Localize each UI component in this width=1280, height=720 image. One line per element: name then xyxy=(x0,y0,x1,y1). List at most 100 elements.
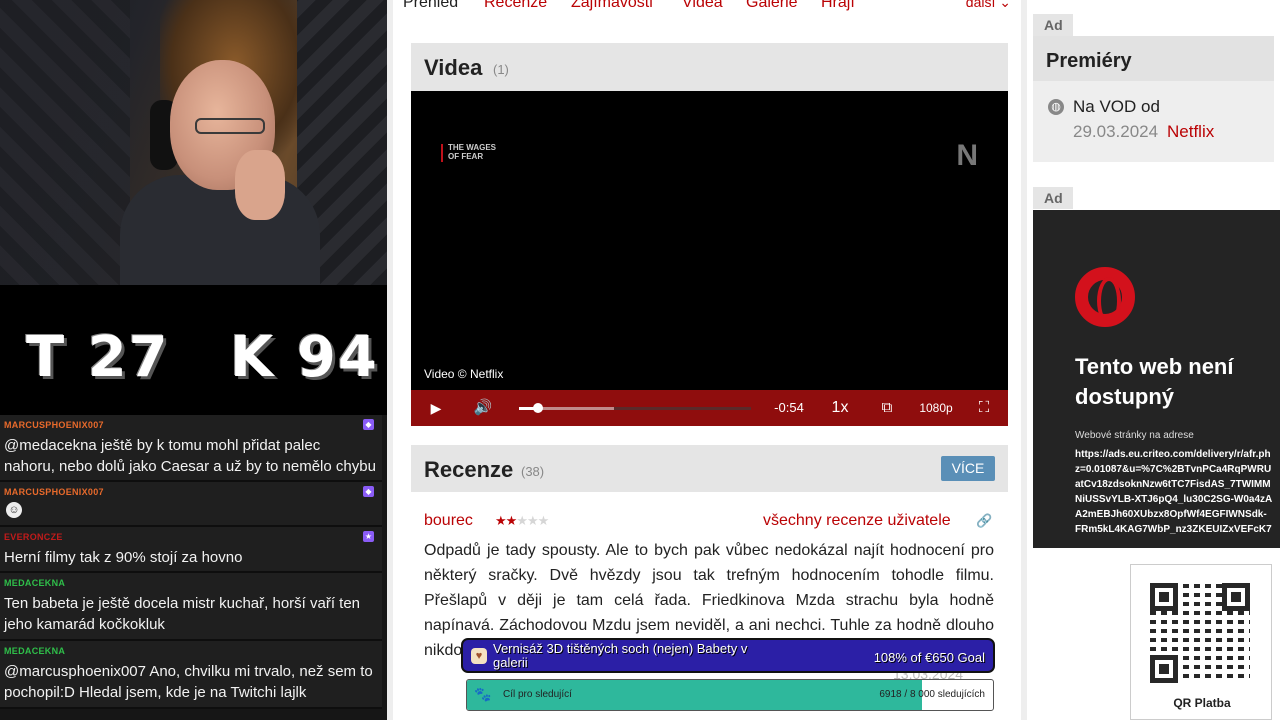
tab-hraji[interactable]: Hrají xyxy=(821,0,855,12)
donation-goal-widget: ♥ Vernisáž 3D tištěných soch (nejen) Bab… xyxy=(461,638,995,673)
chat-username: MARCUSPHOENIX007 xyxy=(4,487,104,497)
pip-icon[interactable]: ⧉ xyxy=(874,390,900,426)
qr-code xyxy=(1150,583,1250,683)
premieres-title: Premiéry xyxy=(1046,50,1132,72)
tab-zajimavosti[interactable]: Zajímavosti xyxy=(571,0,653,12)
advertisement-frame[interactable]: Tento web není dostupný Webové stránky n… xyxy=(1033,210,1280,548)
goal-icon: ♥ xyxy=(471,648,487,664)
vod-label: Na VOD od xyxy=(1073,97,1160,116)
chat-text: @medacekna ještě by k tomu mohl přidat p… xyxy=(4,437,321,454)
star-badge-icon: ★ xyxy=(363,531,374,542)
tab-videa[interactable]: Videa xyxy=(682,0,723,12)
chat-username: MEDACEKNA xyxy=(4,578,66,588)
chat-text: @marcusphoenix007 Ano, chvilku mi trvalo… xyxy=(4,663,373,680)
chevron-down-icon: ⌄ xyxy=(999,0,1011,10)
screen: T 27 K 94 MARCUSPHOENIX007 ◆ @medacekna … xyxy=(0,0,1280,720)
chat-message: MARCUSPHOENIX007 ◆ @medacekna ještě by k… xyxy=(0,415,382,482)
ad-error-url: https://ads.eu.criteo.com/delivery/r/afr… xyxy=(1075,447,1280,537)
star-empty-icon: ★ xyxy=(516,513,528,528)
stream-overlay: T 27 K 94 MARCUSPHOENIX007 ◆ @medacekna … xyxy=(0,0,387,720)
qr-payment-box: QR Platba xyxy=(1130,564,1272,720)
qr-finder xyxy=(1150,655,1178,683)
paw-icon: 🐾 xyxy=(474,686,492,702)
link-icon[interactable]: 🔗 xyxy=(976,513,992,529)
qr-finder xyxy=(1150,583,1178,611)
watermark-line1: THE WAGES xyxy=(448,143,497,152)
reviews-count: (38) xyxy=(521,464,545,479)
tab-galerie[interactable]: Galerie xyxy=(746,0,798,12)
star-filled-icon: ★ xyxy=(505,513,518,528)
sidebar: Ad Premiéry ◍ Na VOD od 29.03.2024 Netfl… xyxy=(1027,0,1280,720)
review-author[interactable]: bourec xyxy=(424,512,473,530)
vod-service-link[interactable]: Netflix xyxy=(1167,122,1214,142)
play-icon[interactable]: ▶ xyxy=(425,390,447,426)
netflix-logo: N xyxy=(956,139,978,172)
vod-date: 29.03.2024 xyxy=(1073,122,1159,141)
speed-button[interactable]: 1x xyxy=(825,390,855,426)
tab-more[interactable]: další ⌄ xyxy=(966,0,1011,11)
time-remaining: -0:54 xyxy=(774,400,804,415)
ad-url-line: https://ads.eu.criteo.com/delivery/r/afr… xyxy=(1075,449,1271,460)
quality-button[interactable]: 1080p xyxy=(914,390,958,426)
chat-panel: MARCUSPHOENIX007 ◆ @medacekna ještě by k… xyxy=(0,415,387,720)
chat-message: EVERONCZE ★ Herní filmy tak z 90% stojí … xyxy=(0,527,382,573)
ad-url-line: FRm5kL4KAG7WbP_nz3ZKEUIZxVEFcK7 xyxy=(1075,524,1272,535)
ad-label: Ad xyxy=(1033,14,1073,36)
film-tabs: Přehled Recenze Zajímavosti Videa Galeri… xyxy=(393,0,1021,22)
chat-message: MEDACEKNA @marcusphoenix007 Ano, chvilku… xyxy=(0,641,382,709)
ad-url-line: atCv18zdsoknNzw6tTC7FisdAS_7TWIMM xyxy=(1075,479,1271,490)
chat-text: Ten babeta je ještě docela mistr kuchař,… xyxy=(4,595,361,612)
chat-text: Herní filmy tak z 90% stojí za hovno xyxy=(4,549,243,566)
watermark-bar xyxy=(441,144,443,162)
star-empty-icon: ★ xyxy=(526,513,539,528)
main-content: Videa (1) THE WAGES OF FEAR N Video © Ne… xyxy=(393,22,1021,720)
streamer-body xyxy=(120,175,320,285)
ad-error-subtitle: Webové stránky na adrese xyxy=(1075,430,1194,441)
rating-stars: ★★★★★ xyxy=(495,513,550,529)
seek-handle[interactable] xyxy=(532,403,543,413)
chat-text-line2: nahoru, nebo dolů jako Caesar a už by to… xyxy=(4,458,376,475)
chat-message: MEDACEKNA Ten babeta je ještě docela mis… xyxy=(0,573,382,641)
seek-bar[interactable] xyxy=(519,403,751,413)
follower-goal-widget: 🐾 Cíl pro sledující 6918 / 8 000 sledují… xyxy=(466,679,994,711)
tab-prehled[interactable]: Přehled xyxy=(403,0,458,12)
acoustic-foam xyxy=(0,0,130,285)
qr-label: QR Platba xyxy=(1173,696,1231,710)
chat-username: MARCUSPHOENIX007 xyxy=(4,420,104,430)
fullscreen-icon[interactable]: ⛶ xyxy=(973,390,995,426)
reviews-header: Recenze (38) VÍCE xyxy=(411,445,1008,492)
videos-title: Videa xyxy=(424,55,483,80)
film-page: Přehled Recenze Zajímavosti Videa Galeri… xyxy=(387,0,1027,720)
chat-text-line2: jeho kamarád kočkokluk xyxy=(4,616,165,633)
star-filled-icon: ★ xyxy=(495,513,507,528)
chat-username: MEDACEKNA xyxy=(4,646,66,656)
watermark-line2: OF FEAR xyxy=(448,152,484,161)
ad-url-line: A2mEBJh60XUbzx8OpfWf4EGFIWNSdk- xyxy=(1075,509,1267,520)
ad-url-line: z=0.01087&u=%7C%2BTvnPCa4RqPWRU xyxy=(1075,464,1272,475)
score-k: K 94 xyxy=(230,325,379,390)
reviews-title: Recenze xyxy=(424,457,514,482)
emote-icon: ☺ xyxy=(6,502,22,518)
tab-recenze[interactable]: Recenze xyxy=(484,0,547,12)
chat-text-line2: pochopil:D Hledal jsem, kde je na Twitch… xyxy=(4,684,307,701)
all-user-reviews-link[interactable]: všechny recenze uživatele xyxy=(763,512,951,530)
streamer-hand xyxy=(235,150,285,220)
more-reviews-button[interactable]: VÍCE xyxy=(941,456,995,481)
videos-count: (1) xyxy=(493,62,509,77)
volume-icon[interactable]: 🔊 xyxy=(471,390,495,426)
video-copyright: Video © Netflix xyxy=(424,367,504,381)
video-player[interactable]: THE WAGES OF FEAR N Video © Netflix ▶ 🔊 … xyxy=(411,91,1008,426)
premieres-box: Premiéry ◍ Na VOD od 29.03.2024 Netflix xyxy=(1033,36,1274,162)
chat-message: MARCUSPHOENIX007 ◆ ☺ xyxy=(0,482,382,527)
star-empty-icon: ★ xyxy=(537,513,550,528)
globe-icon: ◍ xyxy=(1048,99,1064,115)
badge-icon: ◆ xyxy=(363,486,374,497)
ad-url-line: NiUSSvYLB-XTJ6pQ4_lu30C2SG-W0a4zA xyxy=(1075,494,1273,505)
goal-amount: 108% of €650 Goal xyxy=(873,650,985,665)
score-t: T 27 xyxy=(26,325,170,390)
player-controls: ▶ 🔊 -0:54 1x ⧉ 1080p ⛶ xyxy=(411,390,1008,426)
follower-goal-count: 6918 / 8 000 sledujících xyxy=(879,689,985,700)
webcam-feed xyxy=(0,0,387,285)
badge-icon: ◆ xyxy=(363,419,374,430)
opera-logo-icon xyxy=(1075,267,1135,327)
